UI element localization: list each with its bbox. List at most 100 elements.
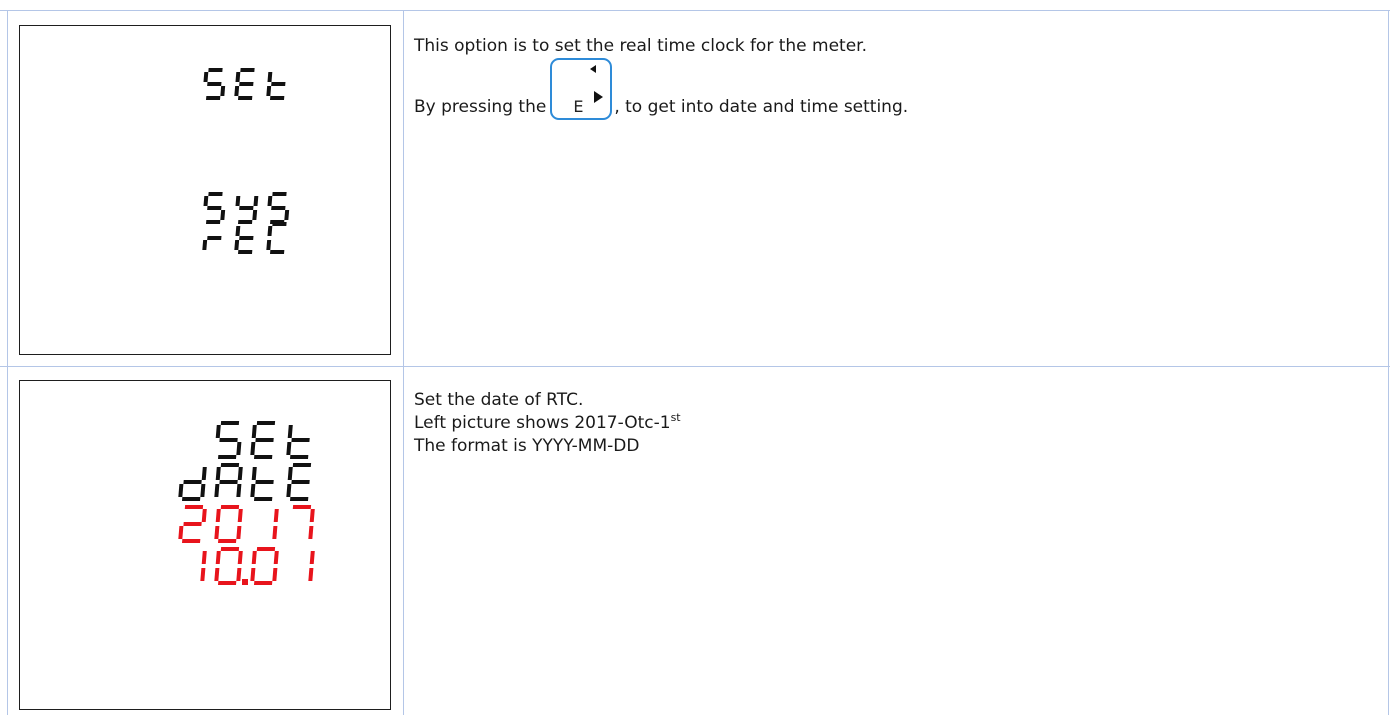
lcd-decimal-point xyxy=(242,579,248,585)
lcd-segment-b xyxy=(253,196,259,206)
lcd-segment-d xyxy=(290,455,309,459)
right-triangle-icon xyxy=(594,91,604,103)
lcd-segment-b xyxy=(273,551,279,564)
lcd-segment-a xyxy=(208,68,223,72)
row2-line3-text: The format is YYYY-MM-DD xyxy=(414,436,640,456)
table-border-right xyxy=(1388,10,1389,715)
lcd-segment-g xyxy=(255,438,274,442)
lcd-segment-c xyxy=(308,568,314,581)
lcd-segment-c xyxy=(236,442,242,455)
lcd-segment-d xyxy=(270,96,285,100)
lcd-segment-d xyxy=(254,497,273,501)
lcd-segment-d xyxy=(206,96,221,100)
lcd-segment-g xyxy=(291,480,310,484)
table-border-top xyxy=(0,10,1390,11)
lcd-segment-d xyxy=(218,455,237,459)
lcd-segment-g xyxy=(271,206,286,210)
lcd-segment-a xyxy=(256,547,276,551)
lcd-char-1-2 xyxy=(267,192,290,224)
table-border-left xyxy=(7,10,8,715)
lcd-segment-g xyxy=(219,438,238,442)
lcd-segment-b xyxy=(273,509,279,522)
lcd-segment-b xyxy=(201,551,207,564)
lcd-char-0-2 xyxy=(266,72,286,100)
lcd-segment-e xyxy=(178,526,184,539)
lcd-segment-a xyxy=(208,192,223,196)
lcd-segment-c xyxy=(252,210,258,220)
lcd-char-3-1 xyxy=(214,547,243,585)
lcd-segment-e xyxy=(234,240,240,250)
lcd-char-3-0 xyxy=(200,551,207,581)
table-column-divider xyxy=(403,10,404,715)
lcd-segment-f xyxy=(235,196,241,206)
lcd-char-0-0 xyxy=(215,421,242,459)
lcd-segment-d xyxy=(238,220,253,224)
lcd-segments-row1 xyxy=(202,68,290,254)
lcd-segment-c xyxy=(220,210,226,220)
lcd-segment-f xyxy=(203,196,209,206)
lcd-segment-b xyxy=(201,467,207,480)
lcd-segment-f xyxy=(267,196,273,206)
lcd-segment-f xyxy=(287,467,293,480)
lcd-char-3-2 xyxy=(250,547,279,585)
lcd-segment-d xyxy=(270,250,285,254)
lcd-char-1-1 xyxy=(214,463,243,497)
row2-line1: Set the date of RTC. xyxy=(414,389,583,412)
row2-line2-text: Left picture shows 2017-Otc-1 xyxy=(414,413,671,433)
lcd-char-1-1 xyxy=(235,196,259,224)
row1-line2-after: , to get into date and time setting. xyxy=(614,97,909,117)
lcd-char-1-0 xyxy=(203,192,226,224)
lcd-char-3-3 xyxy=(308,551,315,581)
row2-line2: Left picture shows 2017-Otc-1st xyxy=(414,412,681,435)
lcd-segment-g xyxy=(239,82,254,86)
lcd-char-0-1 xyxy=(234,68,255,100)
row2-line3: The format is YYYY-MM-DD xyxy=(414,435,639,458)
lcd-segment-b xyxy=(309,509,315,522)
lcd-segment-e xyxy=(286,484,292,497)
lcd-segment-c xyxy=(236,568,242,581)
lcd-segment-b xyxy=(201,509,207,522)
lcd-segment-g xyxy=(183,522,202,526)
lcd-char-0-0 xyxy=(203,68,226,100)
lcd-segment-g xyxy=(271,82,286,86)
lcd-segment-a xyxy=(220,421,240,425)
lcd-segment-g xyxy=(219,480,238,484)
lcd-segment-f xyxy=(251,551,257,564)
lcd-char-0-2 xyxy=(286,425,310,459)
lcd-segment-c xyxy=(236,526,242,539)
lcd-segment-g xyxy=(239,236,254,240)
lcd-char-2-0 xyxy=(202,236,222,250)
lcd-segment-e xyxy=(250,568,256,581)
lcd-segment-f xyxy=(287,425,293,438)
lcd-segment-a xyxy=(220,547,240,551)
lcd-segment-g xyxy=(207,82,222,86)
lcd-segment-e xyxy=(266,86,272,96)
lcd-display-set-date xyxy=(19,380,391,710)
lcd-segment-b xyxy=(309,551,315,564)
lcd-char-1-2 xyxy=(250,467,274,501)
lcd-segment-b xyxy=(237,467,243,480)
lcd-segment-d xyxy=(182,497,201,501)
row2-line2-superscript: st xyxy=(670,411,681,424)
row1-line2-before: By pressing the xyxy=(414,97,547,117)
key-label: E xyxy=(573,97,584,116)
lcd-segment-c xyxy=(272,526,278,539)
lcd-segment-a xyxy=(256,421,276,425)
lcd-segment-e xyxy=(286,442,292,455)
lcd-segment-c xyxy=(308,526,314,539)
lcd-segment-g xyxy=(239,206,254,210)
lcd-segment-a xyxy=(272,192,287,196)
lcd-segment-g xyxy=(255,480,274,484)
lcd-segment-c xyxy=(220,86,226,96)
lcd-segment-f xyxy=(267,72,273,82)
lcd-segment-f xyxy=(235,72,241,82)
lcd-char-0-1 xyxy=(250,421,276,459)
lcd-segment-b xyxy=(237,509,243,522)
lcd-segment-c xyxy=(272,568,278,581)
lcd-segment-e xyxy=(214,568,220,581)
left-triangle-icon xyxy=(590,65,597,73)
lcd-segment-f xyxy=(203,72,209,82)
lcd-segment-f xyxy=(267,226,273,236)
lcd-char-2-2 xyxy=(272,509,279,539)
lcd-char-2-1 xyxy=(214,505,243,543)
